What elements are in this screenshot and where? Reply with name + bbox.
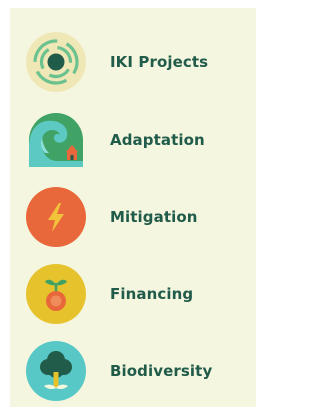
nav-item-label: IKI Projects — [110, 53, 209, 71]
nav-item-label: Biodiversity — [110, 362, 213, 380]
category-menu: IKI Projects Adaptation Mitigation Finan… — [10, 8, 256, 407]
tree-icon — [25, 340, 87, 402]
nav-item-mitigation[interactable]: Mitigation — [25, 186, 250, 248]
lightning-bolt-icon — [25, 186, 87, 248]
nav-item-financing[interactable]: Financing — [25, 263, 250, 325]
nav-item-iki-projects[interactable]: IKI Projects — [25, 31, 250, 93]
wave-house-icon — [25, 109, 87, 171]
nav-item-biodiversity[interactable]: Biodiversity — [25, 340, 250, 402]
coin-sprout-icon — [25, 263, 87, 325]
nav-item-adaptation[interactable]: Adaptation — [25, 109, 250, 171]
nav-item-label: Mitigation — [110, 208, 198, 226]
nav-item-label: Adaptation — [110, 131, 205, 149]
nav-item-label: Financing — [110, 285, 194, 303]
iki-projects-icon — [25, 31, 87, 93]
